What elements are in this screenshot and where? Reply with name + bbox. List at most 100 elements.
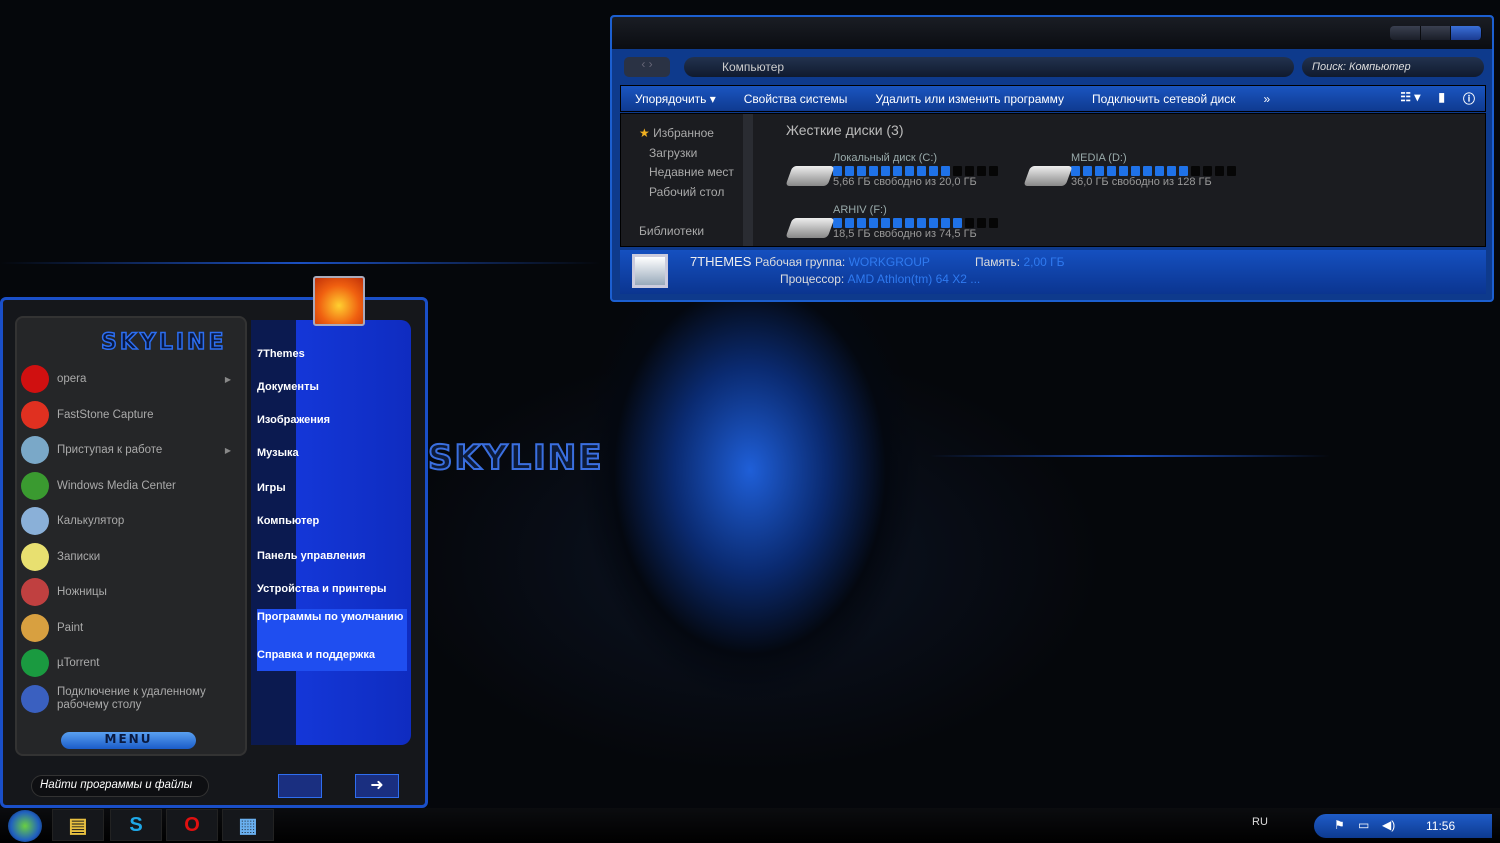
address-bar[interactable]: Компьютер <box>684 57 1294 77</box>
program-label: Калькулятор <box>57 515 125 527</box>
user-picture[interactable] <box>313 276 365 326</box>
map-network-drive-button[interactable]: Подключить сетевой диск <box>1092 92 1235 106</box>
program-item[interactable]: Ножницы <box>21 575 231 609</box>
program-item[interactable]: Записки <box>21 540 231 574</box>
program-label: µTorrent <box>57 657 100 669</box>
drive-d[interactable]: MEDIA (D:) 36,0 ГБ свободно из 128 ГБ <box>1071 152 1236 188</box>
program-icon <box>21 649 49 677</box>
program-icon <box>21 365 49 393</box>
details-pane: 7THEMES Рабочая группа: WORKGROUP Память… <box>620 250 1486 294</box>
shutdown-arrow-button[interactable]: ➜ <box>355 774 399 798</box>
nav-libraries[interactable]: Библиотеки <box>639 222 743 242</box>
program-item[interactable]: Калькулятор <box>21 504 231 538</box>
place-item[interactable]: Музыка <box>257 447 407 459</box>
program-item[interactable]: opera ▶ <box>21 362 231 396</box>
program-label: Записки <box>57 550 101 563</box>
computer-name: 7THEMES <box>690 254 752 269</box>
network-icon[interactable]: ▭ <box>1358 818 1369 832</box>
taskbar-control-panel-icon[interactable]: ▦ <box>222 809 274 841</box>
title-bar[interactable] <box>612 17 1492 49</box>
back-forward-buttons[interactable]: ‹ › <box>624 57 670 77</box>
window-controls <box>1390 26 1483 40</box>
nav-recent[interactable]: Недавние мест <box>639 163 743 183</box>
menu-button[interactable]: MENU <box>61 732 196 749</box>
start-search-input[interactable]: Найти программы и файлы <box>31 775 209 797</box>
star-icon: ★ <box>639 126 650 140</box>
organize-button[interactable]: Упорядочить ▾ <box>635 92 716 106</box>
program-item[interactable]: Подключение к удаленному рабочему столу <box>21 682 231 716</box>
close-button[interactable] <box>1451 26 1483 40</box>
taskbar-skype-icon[interactable]: S <box>110 809 162 841</box>
computer-icon <box>632 254 668 288</box>
usage-bar <box>833 166 998 176</box>
system-tray: ⚑ ▭ ◀) 11:56 <box>1314 814 1492 838</box>
program-icon <box>21 471 49 500</box>
minimize-button[interactable] <box>1390 26 1421 40</box>
help-icon[interactable]: ⓘ <box>1463 90 1475 107</box>
place-item[interactable]: Изображения <box>257 414 407 426</box>
program-label: Windows Media Center <box>57 479 176 492</box>
nav-downloads[interactable]: Загрузки <box>639 144 743 164</box>
drive-f[interactable]: ARHIV (F:) 18,5 ГБ свободно из 74,5 ГБ <box>833 204 998 240</box>
cpu-info: Процессор: AMD Athlon(tm) 64 X2 ... <box>780 272 981 286</box>
decor-stripe <box>930 455 1330 457</box>
place-item[interactable]: 7Themes <box>257 348 407 360</box>
taskbar-opera-icon[interactable]: O <box>166 809 218 841</box>
address-text: Компьютер <box>722 60 785 74</box>
program-item[interactable]: Приступая к работе ▶ <box>21 433 231 467</box>
clock[interactable]: 11:56 <box>1426 819 1455 833</box>
taskbar: ▤ S O ▦ RU ⚑ ▭ ◀) 11:56 <box>0 808 1500 843</box>
program-icon <box>21 613 49 642</box>
hard-drive-icon <box>785 166 835 186</box>
place-item[interactable]: Панель управления <box>257 550 407 562</box>
command-bar: Упорядочить ▾ Свойства системы Удалить и… <box>620 85 1486 112</box>
program-item[interactable]: Paint <box>21 611 231 645</box>
explorer-window: ‹ › Компьютер Поиск: Компьютер Упорядочи… <box>610 15 1494 302</box>
program-label: Paint <box>57 621 84 634</box>
skyline-logo: SKYLINE <box>100 329 227 356</box>
program-icon <box>21 507 49 535</box>
program-label: Ножницы <box>57 586 107 598</box>
maximize-button[interactable] <box>1421 26 1452 40</box>
memory-info: Память: 2,00 ГБ <box>975 255 1065 269</box>
section-header: Жесткие диски (3) <box>786 122 904 138</box>
navigation-pane: ★ Избранное Загрузки Недавние мест Рабоч… <box>621 114 753 246</box>
workgroup-info: Рабочая группа: WORKGROUP <box>755 255 930 269</box>
place-item[interactable]: Игры <box>257 482 407 494</box>
start-button[interactable] <box>8 810 42 842</box>
search-input[interactable]: Поиск: Компьютер <box>1302 57 1484 77</box>
submenu-arrow-icon: ▶ <box>224 445 231 455</box>
place-item[interactable]: Устройства и принтеры <box>257 583 407 595</box>
program-item[interactable]: Windows Media Center <box>21 469 231 503</box>
place-item[interactable]: Программы по умолчанию <box>257 609 407 649</box>
place-item[interactable]: Компьютер <box>257 515 407 527</box>
program-icon <box>21 684 49 713</box>
program-item[interactable]: FastStone Capture <box>21 398 231 432</box>
nav-desktop[interactable]: Рабочий стол <box>639 183 743 203</box>
decor-stripe <box>0 262 600 264</box>
place-item[interactable]: Справка и поддержка <box>257 649 407 671</box>
hard-drive-icon <box>1023 166 1073 186</box>
place-item[interactable]: Документы <box>257 381 407 393</box>
lock-button[interactable] <box>278 774 322 798</box>
program-icon <box>21 578 49 606</box>
program-label: FastStone Capture <box>57 408 154 421</box>
preview-pane-icon[interactable]: ▮ <box>1438 90 1445 107</box>
volume-icon[interactable]: ◀) <box>1382 818 1395 832</box>
program-item[interactable]: µTorrent <box>21 646 231 680</box>
language-indicator[interactable]: RU <box>1252 816 1268 828</box>
program-icon <box>21 436 49 464</box>
view-options-icon[interactable]: ☷ ▾ <box>1400 90 1420 107</box>
program-label: Подключение к удаленному рабочему столу <box>57 685 206 711</box>
uninstall-program-button[interactable]: Удалить или изменить программу <box>875 92 1064 106</box>
taskbar-explorer-icon[interactable]: ▤ <box>52 809 104 841</box>
drive-c[interactable]: Локальный диск (C:) 5,66 ГБ свободно из 2… <box>833 152 998 188</box>
desktop-logo: SKYLINE <box>427 437 604 479</box>
start-menu: SKYLINE opera ▶ FastStone Capture Приступая… <box>0 276 428 808</box>
system-properties-button[interactable]: Свойства системы <box>744 92 848 106</box>
usage-bar <box>1071 166 1236 176</box>
more-button[interactable]: » <box>1263 92 1270 106</box>
program-icon <box>21 400 49 429</box>
nav-favorites[interactable]: ★ Избранное <box>639 124 743 144</box>
flag-icon[interactable]: ⚑ <box>1334 818 1345 832</box>
